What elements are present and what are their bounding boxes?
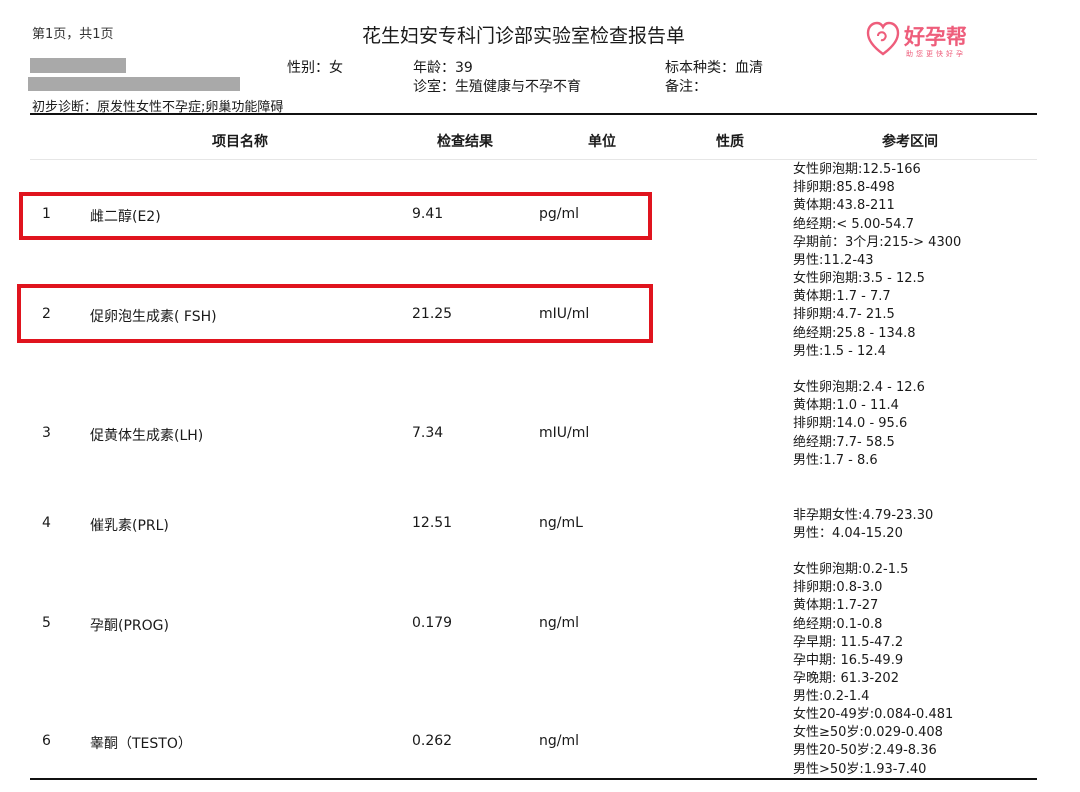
header-rule (30, 113, 1037, 115)
item-name: 孕酮(PROG) (90, 618, 169, 634)
gender-field: 性别：女 (287, 60, 343, 76)
item-unit: ng/ml (539, 615, 580, 631)
reference-line: 女性卵泡期:3.5 - 12.5 (793, 271, 925, 286)
row-number: 5 (42, 615, 51, 631)
reference-line: 黄体期:1.7-27 (793, 598, 879, 614)
redacted-name (30, 58, 126, 73)
reference-line: 女性20-49岁:0.084-0.481 (793, 707, 954, 722)
item-unit: mIU/ml (539, 425, 590, 441)
age-field: 年龄：39 (413, 60, 473, 76)
reference-line: 排卵期:0.8-3.0 (793, 580, 883, 596)
highlight-box-e2 (19, 192, 652, 240)
reference-line: 孕晚期: 61.3-202 (793, 671, 899, 687)
reference-line: 排卵期:14.0 - 95.6 (793, 416, 908, 432)
item-unit: ng/mL (539, 515, 583, 531)
reference-line: 男性：4.04-15.20 (793, 526, 903, 542)
col-header-unit: 单位 (588, 134, 616, 150)
brand-logo: 好孕帮 助您更快好孕 (866, 20, 986, 62)
row-number: 4 (42, 515, 51, 531)
reference-line: 绝经期:25.8 - 134.8 (793, 325, 916, 341)
reference-line: 女性卵泡期:12.5-166 (793, 162, 921, 177)
reference-line: 女性卵泡期:2.4 - 12.6 (793, 380, 925, 395)
reference-line: 男性:1.7 - 8.6 (793, 452, 878, 468)
item-result: 0.179 (412, 615, 453, 631)
reference-line: 绝经期:0.1-0.8 (793, 616, 883, 632)
page-info: 第1页，共1页 (32, 27, 114, 42)
logo-text: 好孕帮 (904, 25, 967, 49)
reference-line: 黄体期:43.8-211 (793, 198, 895, 214)
reference-line: 男性>50岁:1.93-7.40 (793, 761, 927, 777)
col-header-name: 项目名称 (212, 134, 268, 150)
reference-line: 孕中期: 16.5-49.9 (793, 652, 904, 668)
item-name: 睾酮（TESTO） (90, 736, 192, 752)
reference-line: 男性:0.2-1.4 (793, 689, 870, 705)
reference-line: 黄体期:1.0 - 11.4 (793, 398, 899, 414)
item-name: 催乳素(PRL) (90, 518, 169, 534)
redacted-id (28, 77, 240, 91)
row-number: 6 (42, 733, 51, 749)
header-divider (30, 159, 1037, 160)
reference-line: 非孕期女性:4.79-23.30 (793, 508, 934, 523)
reference-range: 女性卵泡期:0.2-1.5 排卵期:0.8-3.0 黄体期:1.7-27 绝经期… (793, 561, 908, 707)
footer-rule (30, 778, 1037, 780)
reference-line: 男性:11.2-43 (793, 252, 874, 268)
remark-field: 备注： (665, 79, 707, 95)
reference-line: 排卵期:4.7- 21.5 (793, 307, 895, 323)
report-title: 花生妇安专科门诊部实验室检查报告单 (362, 25, 686, 47)
item-result: 12.51 (412, 515, 453, 531)
reference-range: 女性卵泡期:12.5-166 排卵期:85.8-498 黄体期:43.8-211… (793, 161, 961, 270)
lab-report-page: { "header": { "page_info": "第1页，共1页", "t… (0, 0, 1080, 792)
reference-line: 绝经期:< 5.00-54.7 (793, 216, 914, 232)
reference-range: 女性卵泡期:3.5 - 12.5 黄体期:1.7 - 7.7 排卵期:4.7- … (793, 270, 925, 361)
reference-line: 女性卵泡期:0.2-1.5 (793, 562, 909, 577)
reference-range: 女性20-49岁:0.084-0.481 女性≥50岁:0.029-0.408 … (793, 706, 953, 779)
highlight-box-fsh (17, 284, 653, 343)
reference-line: 黄体期:1.7 - 7.7 (793, 289, 891, 305)
col-header-result: 检查结果 (437, 134, 493, 150)
item-result: 0.262 (412, 733, 453, 749)
row-number: 3 (42, 425, 51, 441)
reference-line: 孕早期: 11.5-47.2 (793, 634, 904, 650)
col-header-nature: 性质 (716, 134, 744, 150)
reference-line: 孕期前：3个月:215-> 4300 (793, 234, 962, 250)
logo-subtext: 助您更快好孕 (906, 50, 966, 58)
heart-logo-icon (866, 21, 900, 56)
reference-line: 绝经期:7.7- 58.5 (793, 434, 895, 450)
item-result: 7.34 (412, 425, 444, 441)
reference-line: 女性≥50岁:0.029-0.408 (793, 725, 943, 741)
specimen-field: 标本种类：血清 (665, 60, 763, 76)
reference-range: 女性卵泡期:2.4 - 12.6 黄体期:1.0 - 11.4 排卵期:14.0… (793, 379, 925, 470)
col-header-reference: 参考区间 (882, 134, 938, 150)
reference-line: 男性20-50岁:2.49-8.36 (793, 743, 937, 759)
reference-line: 男性:1.5 - 12.4 (793, 343, 886, 359)
clinic-field: 诊室：生殖健康与不孕不育 (413, 79, 581, 95)
reference-range: 非孕期女性:4.79-23.30 男性：4.04-15.20 (793, 507, 933, 543)
item-unit: ng/ml (539, 733, 580, 749)
reference-line: 排卵期:85.8-498 (793, 180, 895, 196)
item-name: 促黄体生成素(LH) (90, 428, 204, 444)
